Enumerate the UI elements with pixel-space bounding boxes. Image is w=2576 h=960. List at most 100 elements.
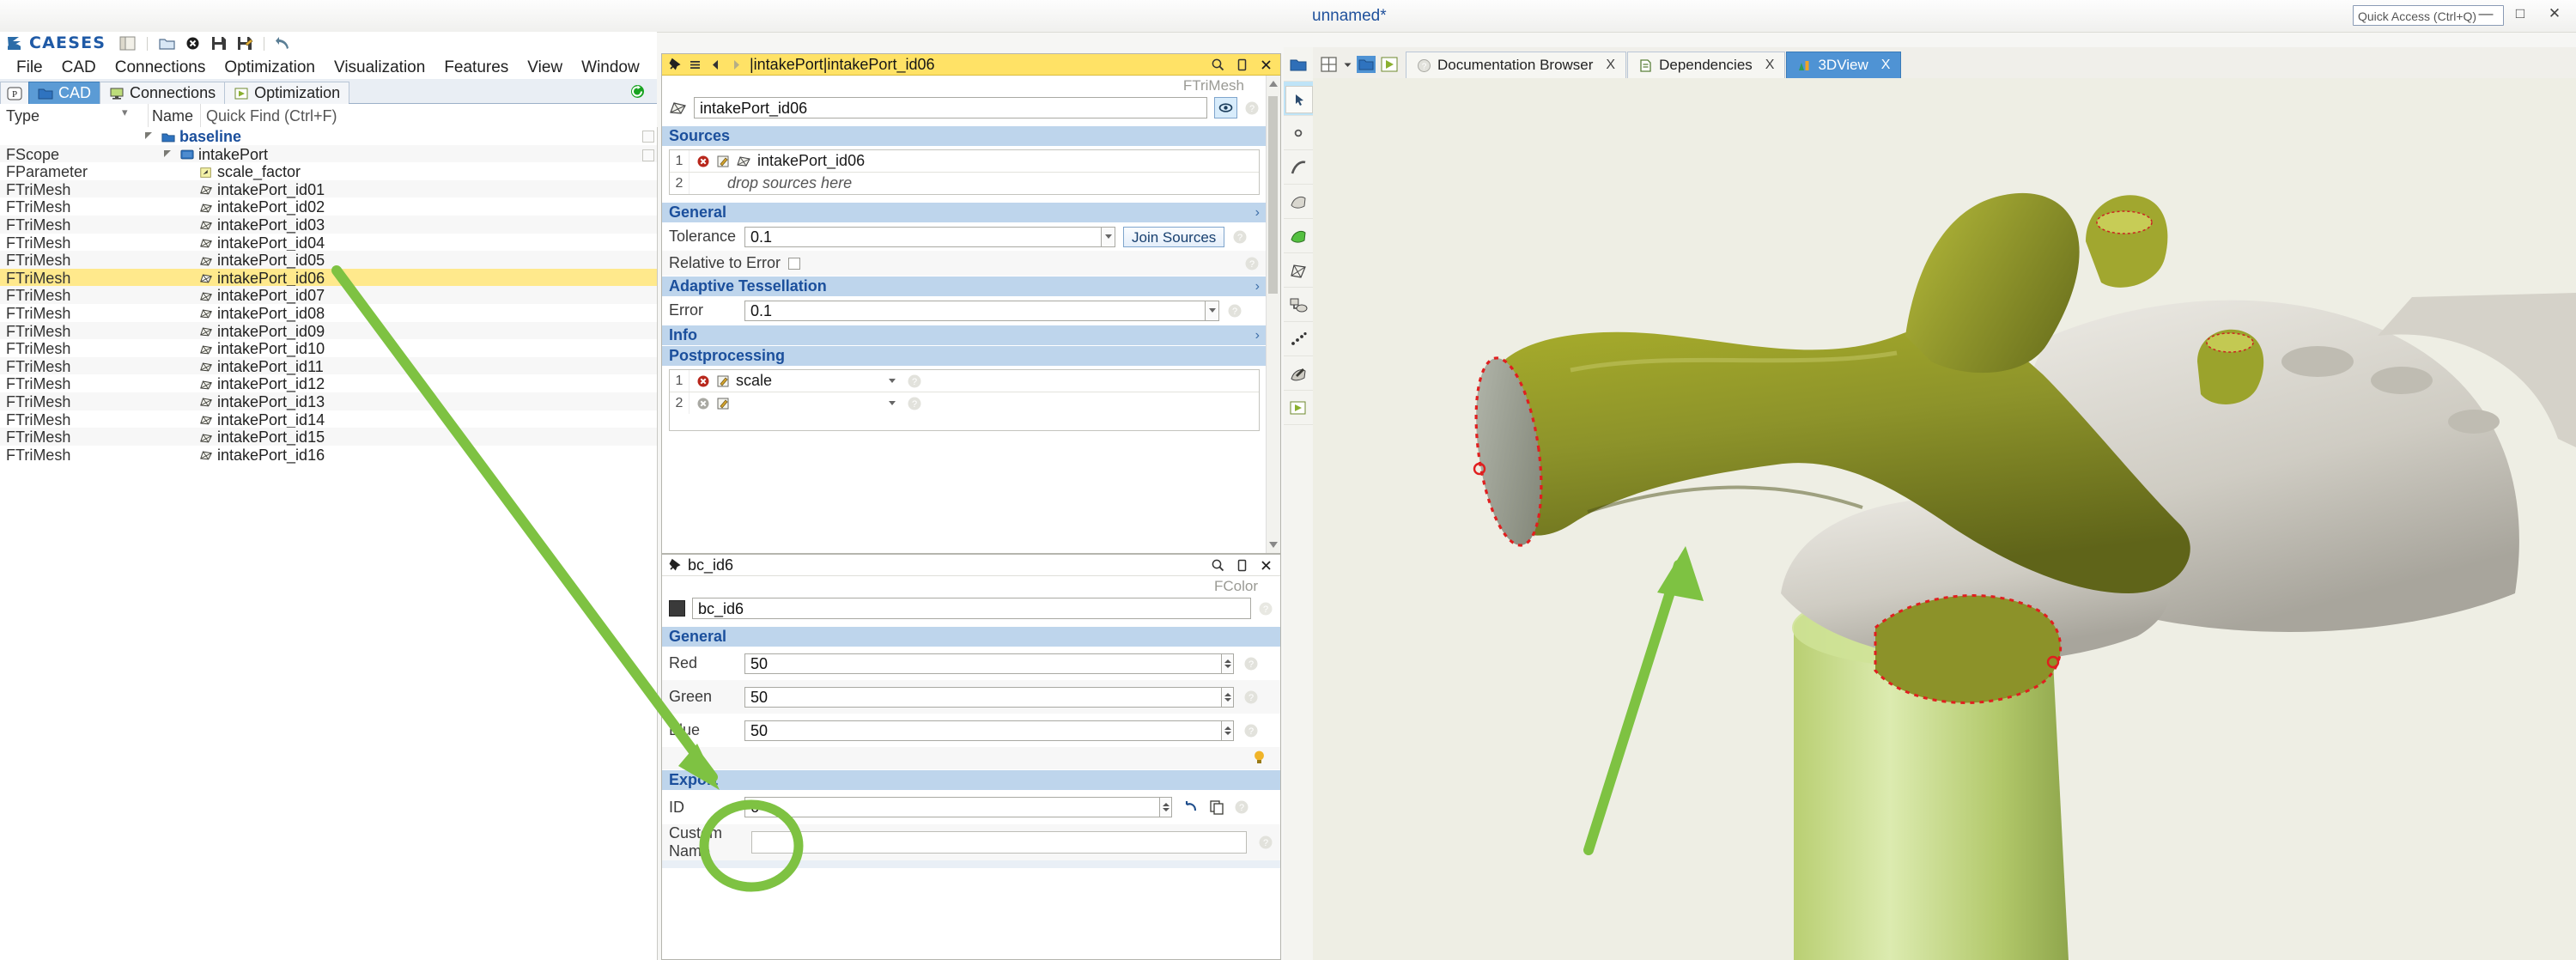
blue-stepper[interactable] <box>1222 720 1234 741</box>
3d-viewport[interactable] <box>1313 78 2576 960</box>
relative-to-error-checkbox[interactable] <box>788 257 801 270</box>
tab-documentation-browser[interactable]: ? Documentation Browser X <box>1406 52 1627 78</box>
tree-row[interactable]: FTriMesh intakePort_id02 <box>0 197 657 216</box>
maximize-button[interactable]: □ <box>2511 4 2530 23</box>
help-circle-icon[interactable]: ? <box>907 374 922 389</box>
view-filter-surface[interactable] <box>1284 185 1313 219</box>
help-circle-icon[interactable]: ? <box>1258 835 1273 850</box>
menu-item-connections[interactable]: Connections <box>106 58 216 77</box>
list-icon[interactable] <box>688 58 702 72</box>
tree-row[interactable]: FTriMesh intakePort_id01 <box>0 179 657 198</box>
section-postprocessing[interactable]: Postprocessing <box>662 345 1267 366</box>
help-circle-icon[interactable]: ? <box>1227 303 1242 319</box>
toggle-visibility-button[interactable] <box>1214 97 1237 118</box>
error-input[interactable]: 0.1 <box>744 300 1206 321</box>
section-export[interactable]: Export <box>662 769 1280 790</box>
copy-icon[interactable] <box>1208 799 1225 816</box>
mesh-name-input[interactable]: intakePort_id06 <box>694 97 1207 118</box>
view-filter-run-play[interactable] <box>1284 391 1313 425</box>
red-input[interactable]: 50 <box>744 653 1222 674</box>
red-stepper[interactable] <box>1222 653 1234 674</box>
tolerance-dropdown-button[interactable] <box>1102 226 1115 247</box>
postprocessing-dropdown-button[interactable] <box>885 393 899 414</box>
help-circle-icon[interactable]: ? <box>1244 100 1260 116</box>
view-filter-folder-blue[interactable] <box>1284 47 1313 82</box>
model-tree[interactable]: baseline FScope intakePort FParameter scale_… <box>0 127 658 960</box>
save-icon[interactable] <box>210 34 228 52</box>
table-row[interactable]: 1 intakePort_id06 <box>670 150 1259 173</box>
delete-red-icon[interactable] <box>696 374 710 388</box>
forward-arrow-icon[interactable] <box>729 58 744 72</box>
search-icon[interactable] <box>1211 58 1225 72</box>
export-id-input[interactable]: 6 <box>744 797 1160 817</box>
tab-close-icon[interactable]: X <box>1765 58 1775 73</box>
tree-row[interactable]: FTriMesh intakePort_id08 <box>0 304 657 322</box>
tolerance-input[interactable]: 0.1 <box>744 226 1102 247</box>
edit-pencil-icon[interactable] <box>716 155 730 168</box>
view-filter-curve[interactable] <box>1284 150 1313 185</box>
tree-expand-all-button[interactable] <box>642 131 654 143</box>
delete-red-icon[interactable] <box>696 155 710 168</box>
tab-dependencies[interactable]: Dependencies X <box>1627 52 1786 78</box>
tree-row[interactable]: FTriMesh intakePort_id14 <box>0 410 657 428</box>
help-circle-icon[interactable]: ? <box>1243 690 1259 705</box>
postprocessing-row-cell[interactable]: scale <box>690 372 885 390</box>
detach-icon[interactable] <box>1235 558 1249 573</box>
section-sources[interactable]: Sources <box>662 125 1267 146</box>
save-as-icon[interactable] <box>235 34 253 52</box>
column-header-name[interactable]: Name <box>152 107 193 125</box>
table-row[interactable]: 1 scale ? <box>670 370 1259 392</box>
tree-row[interactable]: FTriMesh intakePort_id15 <box>0 428 657 446</box>
undo-icon[interactable] <box>275 34 293 52</box>
layout-panels-icon[interactable] <box>118 34 137 52</box>
postprocessing-row-cell[interactable] <box>690 397 885 410</box>
tree-row-selected[interactable]: FTriMesh intakePort_id06 <box>0 268 657 287</box>
export-id-stepper[interactable] <box>1160 797 1172 817</box>
menu-item-cad[interactable]: CAD <box>52 58 106 77</box>
column-divider[interactable] <box>148 104 149 127</box>
section-general[interactable]: General › <box>662 202 1267 222</box>
close-icon[interactable] <box>1259 558 1273 573</box>
search-icon[interactable] <box>1211 558 1225 573</box>
optimization-play-icon[interactable] <box>1380 56 1399 73</box>
view-filter-point[interactable] <box>1284 116 1313 150</box>
column-divider[interactable] <box>200 104 201 127</box>
sources-row-cell[interactable]: intakePort_id06 <box>690 152 1259 170</box>
view-filter-toolbar[interactable] <box>1284 47 1314 960</box>
green-stepper[interactable] <box>1222 686 1234 708</box>
tree-row[interactable]: FParameter scale_factor <box>0 162 657 180</box>
table-row[interactable]: 2 ? <box>670 392 1259 414</box>
help-circle-icon[interactable]: ? <box>907 396 922 411</box>
help-circle-icon[interactable]: ? <box>1243 656 1259 671</box>
green-input[interactable]: 50 <box>744 686 1222 708</box>
tree-row[interactable]: baseline <box>0 127 657 145</box>
close-project-icon[interactable] <box>184 34 202 52</box>
view-filter-transform[interactable] <box>1284 356 1313 391</box>
join-sources-button[interactable]: Join Sources <box>1123 226 1225 247</box>
pin-icon[interactable] <box>667 558 682 573</box>
scroll-up-arrow-icon[interactable] <box>1269 81 1278 87</box>
sidebar-tab-optimization[interactable]: Optimization <box>224 82 350 104</box>
tree-row[interactable]: FTriMesh intakePort_id05 <box>0 251 657 269</box>
help-circle-icon[interactable]: ? <box>1232 229 1248 245</box>
color-name-input[interactable]: bc_id6 <box>692 598 1251 619</box>
help-circle-icon[interactable]: ? <box>1244 256 1260 271</box>
sidebar-tab-connections[interactable]: Connections <box>100 82 226 104</box>
menu-item-window[interactable]: Window <box>572 58 649 77</box>
menu-item-features[interactable]: Features <box>434 58 518 77</box>
column-header-type[interactable]: Type <box>6 107 39 125</box>
help-circle-icon[interactable]: ? <box>1243 723 1259 738</box>
table-row[interactable]: 2 drop sources here <box>670 173 1259 194</box>
help-circle-icon[interactable]: ? <box>1234 799 1249 815</box>
tree-row[interactable]: FScope intakePort <box>0 144 657 163</box>
menu-item-file[interactable]: File <box>7 58 52 77</box>
custom-name-input[interactable] <box>751 831 1247 854</box>
sidebar-tab-parameters[interactable]: P <box>0 82 29 104</box>
scrollbar-thumb[interactable] <box>1268 96 1278 294</box>
expand-arrow-icon[interactable] <box>144 131 153 140</box>
tab-3dview[interactable]: 3DView X <box>1786 52 1902 78</box>
section-adaptive-tessellation[interactable]: Adaptive Tessellation › <box>662 276 1267 296</box>
sources-dropzone[interactable]: drop sources here <box>690 174 1259 192</box>
back-arrow-icon[interactable] <box>708 58 723 72</box>
open-folder-icon[interactable] <box>158 34 176 52</box>
